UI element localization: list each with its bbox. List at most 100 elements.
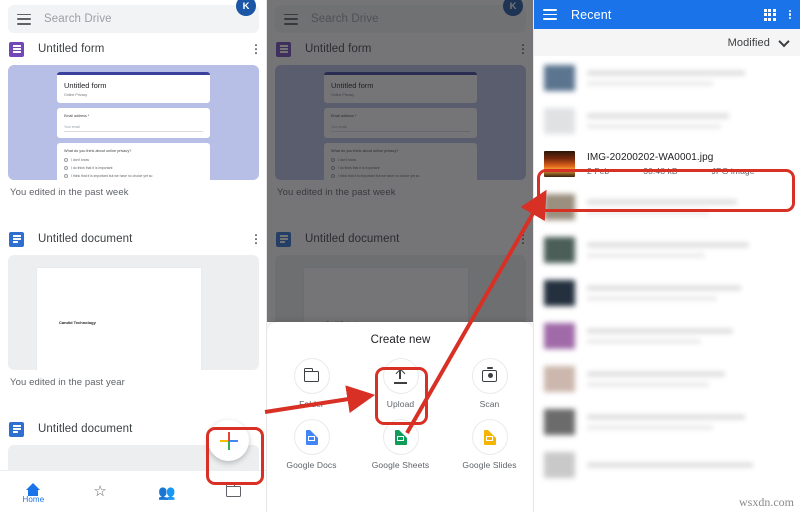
file-thumbnail bbox=[544, 365, 575, 392]
page-title: Recent bbox=[571, 7, 612, 22]
file-card-edited: You edited in the past week bbox=[10, 187, 129, 198]
create-option-icon-wrap bbox=[293, 419, 330, 455]
form-preview-option: I think that it is important but we have… bbox=[64, 174, 203, 178]
google-docs-icon bbox=[9, 231, 24, 247]
panel-divider bbox=[266, 0, 267, 512]
form-preview-option-label: I think that it is important but we have… bbox=[71, 174, 153, 178]
plus-icon bbox=[219, 431, 238, 450]
search-bar[interactable]: Search Drive bbox=[8, 5, 259, 33]
nav-item-shared[interactable]: 👥 bbox=[134, 485, 201, 499]
google-docs-icon bbox=[9, 421, 24, 437]
create-option-folder[interactable]: Folder bbox=[267, 358, 356, 409]
list-item[interactable] bbox=[534, 314, 800, 357]
nav-item-home[interactable]: Home bbox=[0, 479, 67, 504]
create-option-google-slides[interactable]: Google Slides bbox=[445, 419, 534, 470]
modal-scrim[interactable] bbox=[267, 0, 534, 322]
file-thumbnail bbox=[544, 193, 575, 220]
more-vertical-icon[interactable] bbox=[254, 234, 257, 244]
document-preview: Candid Technology bbox=[36, 267, 202, 370]
create-option-icon-wrap bbox=[382, 358, 419, 394]
form-preview-option-label: I don't know bbox=[71, 158, 89, 162]
list-item[interactable] bbox=[534, 56, 800, 99]
chevron-down-icon[interactable] bbox=[778, 35, 790, 47]
create-option-scan[interactable]: Scan bbox=[445, 358, 534, 409]
create-new-options-grid: Folder Upload Scan Google Docs Google Sh… bbox=[267, 358, 534, 470]
bottom-navigation: Home ☆ 👥 bbox=[0, 470, 267, 512]
panel-recent-files: Recent Modified IMG-20200202-WA0001.jpg … bbox=[534, 0, 800, 512]
form-preview-title: Untitled form bbox=[64, 81, 107, 90]
create-option-icon-wrap bbox=[471, 419, 508, 455]
radio-icon bbox=[64, 166, 68, 170]
file-thumbnail bbox=[544, 408, 575, 435]
sort-label: Modified bbox=[727, 36, 770, 49]
form-thumbnail[interactable]: Untitled form Online Privacy Email addre… bbox=[8, 65, 259, 180]
create-new-fab[interactable] bbox=[208, 420, 249, 461]
hamburger-icon[interactable] bbox=[17, 13, 31, 25]
file-info bbox=[587, 284, 790, 301]
nav-item-starred[interactable]: ☆ bbox=[67, 483, 134, 500]
file-thumbnail bbox=[544, 236, 575, 263]
list-item[interactable] bbox=[534, 185, 800, 228]
list-item[interactable] bbox=[534, 400, 800, 443]
create-option-upload[interactable]: Upload bbox=[356, 358, 445, 409]
file-date: 2 Feb bbox=[587, 165, 610, 176]
file-thumbnail bbox=[544, 64, 575, 91]
file-info bbox=[587, 241, 790, 258]
form-preview-option: I don't know bbox=[64, 158, 203, 162]
watermark: wsxdn.com bbox=[739, 495, 794, 509]
file-card-title: Untitled form bbox=[38, 43, 105, 55]
more-vertical-icon[interactable] bbox=[254, 44, 257, 54]
list-item[interactable] bbox=[534, 228, 800, 271]
create-option-google-sheets[interactable]: Google Sheets bbox=[356, 419, 445, 470]
google-forms-icon bbox=[9, 41, 24, 57]
sort-bar[interactable]: Modified bbox=[534, 29, 800, 56]
form-preview-header: Untitled form Online Privacy bbox=[57, 72, 210, 103]
file-info bbox=[587, 198, 790, 215]
app-bar-actions bbox=[763, 8, 791, 21]
grid-view-icon[interactable] bbox=[763, 8, 776, 21]
panel-create-new-sheet: Search Drive K Untitled form Untitled fo… bbox=[267, 0, 534, 512]
google-sheets-icon bbox=[394, 429, 407, 445]
form-preview: Untitled form Online Privacy Email addre… bbox=[57, 72, 210, 180]
radio-icon bbox=[64, 174, 68, 178]
file-thumbnail bbox=[544, 279, 575, 306]
more-vertical-icon[interactable] bbox=[788, 9, 791, 20]
panel-divider bbox=[533, 0, 534, 512]
create-option-label: Upload bbox=[386, 399, 415, 409]
recent-app-bar: Recent bbox=[534, 0, 800, 29]
file-card-header: Untitled document bbox=[0, 226, 267, 252]
home-icon bbox=[26, 482, 41, 496]
uploaded-file-row[interactable]: IMG-20200202-WA0001.jpg 2 Feb 30.48 kB J… bbox=[534, 142, 800, 185]
list-item[interactable] bbox=[534, 443, 800, 486]
form-preview-question-text: What do you think about online privacy? bbox=[64, 149, 132, 153]
list-item[interactable] bbox=[534, 271, 800, 314]
form-preview-question: What do you think about online privacy? … bbox=[57, 143, 210, 180]
file-thumbnail bbox=[544, 150, 575, 177]
list-item[interactable] bbox=[534, 99, 800, 142]
create-option-label: Google Sheets bbox=[371, 460, 430, 470]
file-card-document[interactable]: Untitled document Candid Technology You … bbox=[0, 226, 267, 388]
scan-camera-icon bbox=[482, 367, 497, 382]
radio-icon bbox=[64, 158, 68, 162]
create-option-label: Folder bbox=[299, 399, 324, 409]
document-preview-body: Candid Technology bbox=[59, 320, 96, 325]
hamburger-icon[interactable] bbox=[543, 9, 557, 20]
star-icon: ☆ bbox=[93, 483, 107, 500]
folder-icon bbox=[225, 483, 242, 497]
document-thumbnail[interactable]: Candid Technology bbox=[8, 255, 259, 370]
create-option-icon-wrap bbox=[293, 358, 330, 394]
file-size: 30.48 kB bbox=[643, 165, 678, 176]
create-option-icon-wrap bbox=[471, 358, 508, 394]
google-slides-icon bbox=[483, 429, 496, 445]
list-item[interactable] bbox=[534, 357, 800, 400]
upload-icon bbox=[393, 368, 408, 384]
create-option-google-docs[interactable]: Google Docs bbox=[267, 419, 356, 470]
nav-item-files[interactable] bbox=[200, 483, 267, 499]
search-input[interactable]: Search Drive bbox=[44, 13, 112, 25]
file-list: IMG-20200202-WA0001.jpg 2 Feb 30.48 kB J… bbox=[534, 56, 800, 512]
file-card-form[interactable]: Untitled form Untitled form Online Priva… bbox=[0, 36, 267, 198]
file-info bbox=[587, 413, 790, 430]
file-card-title: Untitled document bbox=[38, 233, 133, 245]
create-new-title: Create new bbox=[370, 334, 431, 346]
create-option-label: Google Slides bbox=[462, 460, 517, 470]
